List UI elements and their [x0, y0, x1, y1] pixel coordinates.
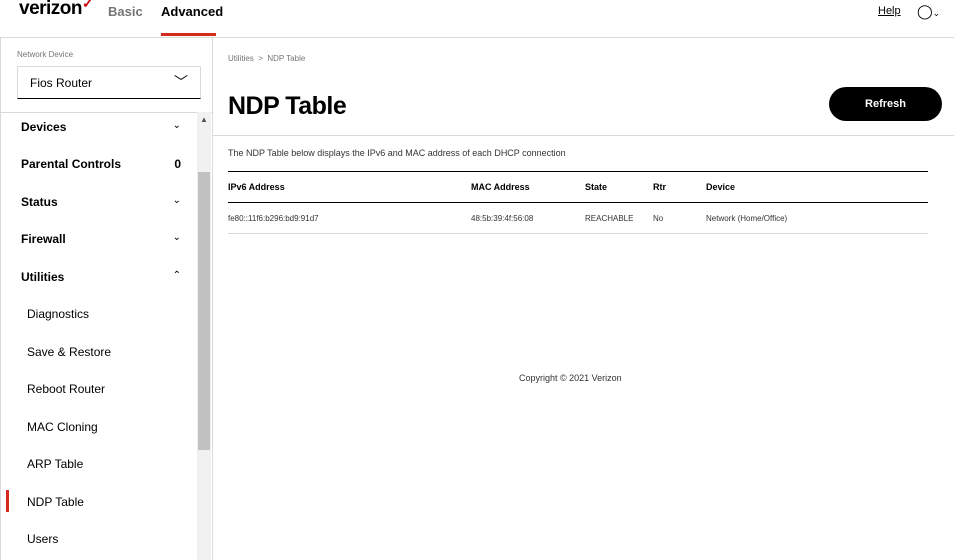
- sidebar-item-save-restore[interactable]: Save & Restore: [27, 345, 111, 359]
- sidebar-item-diagnostics[interactable]: Diagnostics: [27, 307, 89, 321]
- sidebar-item-status[interactable]: Status ⌄: [21, 195, 191, 209]
- table-row: fe80::11f6:b296:bd9:91d7 48:5b:39:4f:56:…: [228, 202, 928, 234]
- sidebar-item-parental-controls[interactable]: Parental Controls 0: [21, 157, 191, 171]
- breadcrumb-separator-icon: >: [258, 54, 263, 63]
- user-menu-button[interactable]: ◯⌄: [917, 3, 940, 20]
- cell-state: REACHABLE: [585, 202, 653, 234]
- sidebar-item-reboot-router[interactable]: Reboot Router: [27, 382, 105, 396]
- network-device-value: Fios Router: [30, 76, 93, 90]
- divider: [213, 135, 954, 136]
- cell-ipv6: fe80::11f6:b296:bd9:91d7: [228, 202, 471, 234]
- chevron-down-icon: ⌄: [172, 120, 181, 131]
- scroll-up-arrow-icon[interactable]: ▲: [200, 115, 208, 124]
- cell-rtr: No: [653, 202, 706, 234]
- column-header-ipv6: IPv6 Address: [228, 171, 471, 203]
- column-header-mac: MAC Address: [471, 171, 585, 203]
- scrollbar-thumb[interactable]: [198, 172, 210, 450]
- sidebar-item-arp-table[interactable]: ARP Table: [27, 457, 83, 471]
- sidebar-item-ndp-table[interactable]: NDP Table: [27, 495, 84, 509]
- user-icon: ◯: [917, 3, 933, 19]
- chevron-down-icon: ⌄: [172, 195, 181, 206]
- brand-check-icon: ✓: [82, 0, 94, 11]
- chevron-up-icon: ⌃: [172, 270, 181, 281]
- network-device-select[interactable]: Fios Router ﹀: [17, 66, 201, 99]
- divider: [1, 112, 213, 113]
- tab-basic[interactable]: Basic: [108, 4, 143, 19]
- chevron-down-icon: ⌄: [932, 8, 941, 18]
- active-item-indicator: [6, 490, 9, 512]
- breadcrumb: Utilities > NDP Table: [228, 54, 305, 63]
- breadcrumb-utilities[interactable]: Utilities: [228, 54, 254, 63]
- help-link[interactable]: Help: [878, 5, 901, 17]
- sidebar-item-devices[interactable]: Devices ⌄: [21, 120, 191, 134]
- cell-mac: 48:5b:39:4f:56:08: [471, 202, 585, 234]
- column-header-rtr: Rtr: [653, 171, 706, 203]
- refresh-button[interactable]: Refresh: [829, 87, 942, 121]
- chevron-down-icon: ⌄: [172, 232, 181, 243]
- brand-name: verizon: [19, 0, 83, 19]
- verizon-logo[interactable]: verizon✓: [19, 0, 94, 20]
- active-tab-indicator: [161, 33, 216, 36]
- tab-advanced[interactable]: Advanced: [161, 4, 223, 19]
- column-header-device: Device: [706, 171, 928, 203]
- cell-device: Network (Home/Office): [706, 202, 928, 234]
- sidebar-item-firewall[interactable]: Firewall ⌄: [21, 232, 191, 246]
- parental-controls-count: 0: [174, 157, 181, 171]
- top-nav: verizon✓ Basic Advanced Help ◯⌄: [0, 0, 954, 38]
- ndp-table: IPv6 Address MAC Address State Rtr Devic…: [228, 171, 928, 234]
- sidebar-item-mac-cloning[interactable]: MAC Cloning: [27, 420, 98, 434]
- sidebar: Network Device Fios Router ﹀ Devices ⌄ Par…: [0, 38, 213, 560]
- column-header-state: State: [585, 171, 653, 203]
- page-description: The NDP Table below displays the IPv6 an…: [228, 148, 566, 158]
- sidebar-item-users[interactable]: Users: [27, 532, 58, 546]
- sidebar-item-utilities[interactable]: Utilities ⌃: [21, 270, 191, 284]
- breadcrumb-ndp-table: NDP Table: [267, 54, 306, 63]
- chevron-down-icon: ﹀: [174, 74, 188, 90]
- copyright: Copyright © 2021 Verizon: [519, 373, 622, 383]
- sidebar-scrollbar[interactable]: ▲: [197, 112, 211, 560]
- page-title: NDP Table: [228, 92, 347, 120]
- network-device-label: Network Device: [17, 50, 74, 59]
- table-header-row: IPv6 Address MAC Address State Rtr Devic…: [228, 171, 928, 203]
